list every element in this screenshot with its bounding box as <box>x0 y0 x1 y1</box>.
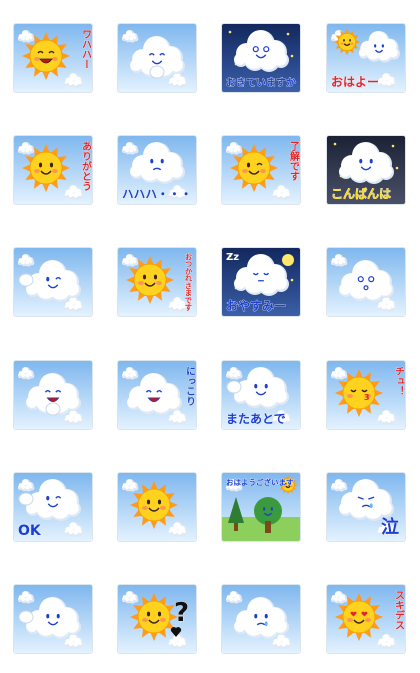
sticker-s14[interactable]: にっこり <box>118 361 196 429</box>
sticker-art: ? <box>118 585 196 653</box>
sticker-grid: ワハハーおきていますか おはよーありがとうハハハ・・・ 了解ですこんばんはおつかれさ… <box>0 0 420 673</box>
sticker-s15[interactable]: またあとで <box>222 361 300 429</box>
sticker-s12[interactable] <box>327 248 405 316</box>
sticker-caption: ハハハ・・・ <box>122 187 192 201</box>
sticker-s07[interactable]: 了解です <box>222 136 300 204</box>
sticker-art: ハハハ・・・ <box>118 136 196 204</box>
sticker-art <box>14 361 92 429</box>
sticker-s05[interactable]: ありがとう <box>14 136 92 204</box>
sticker-caption: スキデス <box>393 590 405 630</box>
sticker-art: Zz おやすみー <box>222 248 300 316</box>
moon-icon <box>282 254 294 266</box>
sticker-s19[interactable]: おはようございます <box>222 473 300 541</box>
sticker-s13[interactable] <box>14 361 92 429</box>
sticker-art: 3 チュ！ <box>327 361 405 429</box>
sticker-caption: おはようございます <box>226 477 294 487</box>
sticker-art: スキデス <box>327 585 405 653</box>
sticker-s18[interactable] <box>118 473 196 541</box>
hand-icon <box>18 273 34 287</box>
sticker-caption: にっこり <box>184 366 195 406</box>
sticker-s01[interactable]: ワハハー <box>14 24 92 92</box>
sticker-art: おきていますか <box>222 24 300 92</box>
sticker-caption: ? <box>174 598 189 628</box>
sticker-s20[interactable]: 泣 <box>327 473 405 541</box>
sticker-caption: おはよー <box>331 75 379 89</box>
hand-icon <box>226 380 242 394</box>
sticker-art <box>14 585 92 653</box>
sticker-s11[interactable]: Zz おやすみー <box>222 248 300 316</box>
sticker-caption: ありがとう <box>80 141 92 191</box>
sticker-s10[interactable]: おつかれさまです <box>118 248 196 316</box>
sticker-caption: OK <box>18 523 42 539</box>
sticker-art <box>118 473 196 541</box>
sticker-art: 了解です <box>222 136 300 204</box>
sticker-s09[interactable] <box>14 248 92 316</box>
sticker-caption: ワハハー <box>80 29 92 69</box>
sticker-s08[interactable]: こんばんは <box>327 136 405 204</box>
sticker-caption: またあとで <box>226 412 286 426</box>
sticker-caption: チュ！ <box>393 366 405 396</box>
sticker-art: おはよー <box>327 24 405 92</box>
sticker-art: おつかれさまです <box>118 248 196 316</box>
hand-icon <box>45 402 61 416</box>
sticker-s04[interactable]: おはよー <box>327 24 405 92</box>
hand-icon <box>18 610 34 624</box>
sticker-caption: 了解です <box>288 141 300 181</box>
sticker-s02[interactable] <box>118 24 196 92</box>
sticker-art <box>118 24 196 92</box>
sticker-s21[interactable] <box>14 585 92 653</box>
sticker-s23[interactable] <box>222 585 300 653</box>
svg-text:3: 3 <box>364 393 370 402</box>
sticker-caption: こんばんは <box>331 186 391 201</box>
sticker-s24[interactable]: スキデス <box>327 585 405 653</box>
sticker-art: 泣 <box>327 473 405 541</box>
sticker-art: ワハハー <box>14 24 92 92</box>
sticker-s17[interactable]: OK <box>14 473 92 541</box>
sticker-art: おはようございます <box>222 473 300 541</box>
sticker-caption: おつかれさまです <box>184 253 193 312</box>
sticker-art <box>327 248 405 316</box>
sticker-caption: おやすみー <box>226 299 286 313</box>
sticker-art: にっこり <box>118 361 196 429</box>
sticker-s22[interactable]: ? <box>118 585 196 653</box>
sticker-art: ありがとう <box>14 136 92 204</box>
sticker-s16[interactable]: 3 チュ！ <box>327 361 405 429</box>
sticker-s06[interactable]: ハハハ・・・ <box>118 136 196 204</box>
sticker-art: またあとで <box>222 361 300 429</box>
sticker-art: こんばんは <box>327 136 405 204</box>
sticker-s03[interactable]: おきていますか <box>222 24 300 92</box>
sticker-caption: おきていますか <box>226 77 296 89</box>
hand-icon <box>149 65 165 79</box>
sticker-art <box>222 585 300 653</box>
hand-icon <box>18 492 34 506</box>
sticker-caption: 泣 <box>381 516 399 538</box>
sticker-art <box>14 248 92 316</box>
zz-icon: Zz <box>226 252 239 263</box>
sticker-art: OK <box>14 473 92 541</box>
